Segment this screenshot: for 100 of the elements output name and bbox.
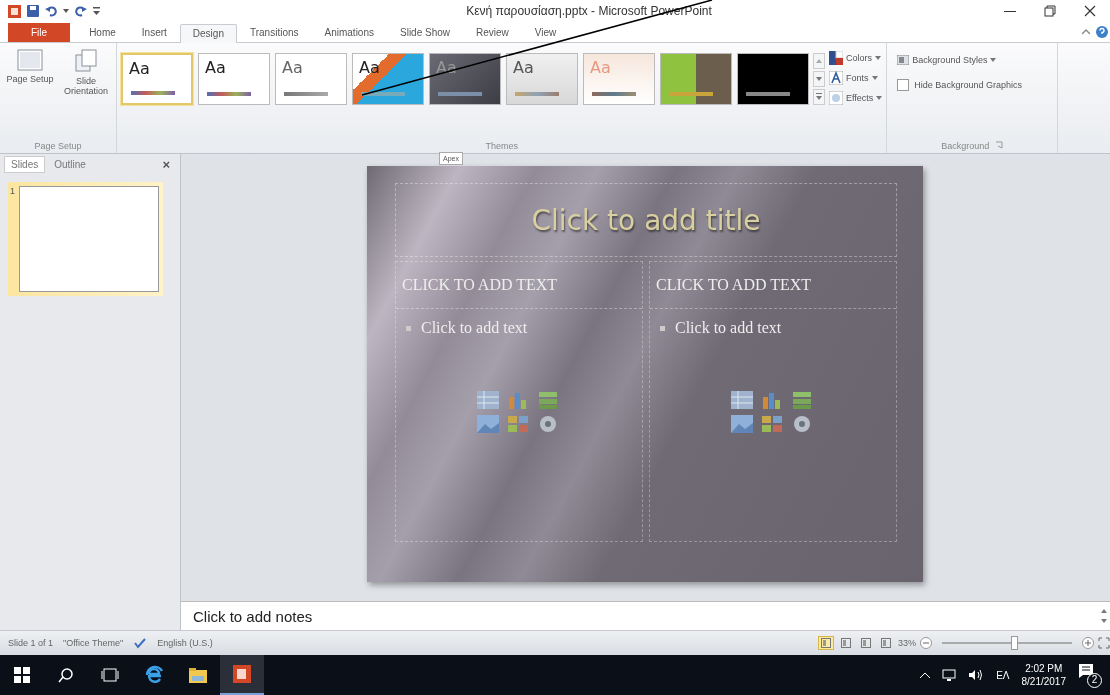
windows-logo-icon — [14, 667, 30, 683]
theme-thumbnail[interactable]: Aa — [121, 53, 193, 105]
menu-button[interactable]: Colors — [829, 51, 883, 65]
scroll-down-icon[interactable] — [813, 71, 825, 87]
theme-name: "Office Theme" — [63, 638, 124, 648]
theme-thumbnail[interactable] — [737, 53, 809, 105]
redo-icon[interactable] — [75, 5, 87, 17]
colors-icon — [829, 51, 843, 65]
powerpoint-icon — [233, 665, 251, 683]
slide-sorter-button[interactable] — [838, 636, 854, 650]
ribbon-tab[interactable]: Design — [179, 24, 237, 43]
ribbon-button[interactable]: Background Styles — [897, 55, 1048, 65]
ribbon-button[interactable]: Page Setup — [4, 47, 56, 86]
message-icon — [1078, 662, 1094, 679]
notification-count: 2 — [1087, 672, 1102, 688]
restore-icon[interactable] — [1044, 5, 1056, 17]
menu-button[interactable]: Fonts — [829, 71, 883, 85]
group-label: Page Setup — [33, 141, 83, 151]
fonts-icon — [829, 71, 843, 85]
task-view-icon — [101, 668, 119, 682]
media-icon[interactable] — [791, 415, 813, 433]
ribbon-tab[interactable]: Animations — [311, 23, 387, 42]
placeholder-heading: CLICK TO ADD TEXT — [396, 262, 642, 309]
ribbon-button[interactable]: Slide Orientation — [60, 47, 112, 98]
notifications-button[interactable]: 2 — [1078, 662, 1102, 688]
group-label: Themes — [484, 141, 519, 151]
pane-tab[interactable]: Outline — [47, 155, 93, 173]
caret-icon[interactable] — [63, 9, 69, 13]
more-icon[interactable] — [813, 89, 825, 105]
powerpoint-icon[interactable] — [8, 4, 21, 18]
ribbon-tab[interactable]: Transitions — [236, 23, 312, 42]
theme-thumbnail[interactable] — [660, 53, 732, 105]
theme-thumbnail[interactable]: Aa — [352, 53, 424, 105]
volume-icon[interactable] — [968, 669, 985, 681]
ribbon-tab[interactable]: View — [521, 23, 570, 42]
slide-orientation-icon — [74, 49, 98, 73]
powerpoint-taskbar-button[interactable] — [220, 655, 264, 695]
dialog-launcher-icon[interactable] — [995, 141, 1004, 149]
page-setup-icon — [17, 49, 43, 71]
content-placeholder[interactable]: CLICK TO ADD TEXT Click to add text — [649, 261, 897, 542]
checkbox-label: Hide Background Graphics — [914, 80, 1022, 90]
slide-thumbnail[interactable] — [19, 186, 159, 292]
search-icon — [58, 667, 74, 683]
group-label: Background — [941, 141, 990, 151]
reading-view-button[interactable] — [858, 636, 874, 650]
input-language[interactable]: ΕΛ — [996, 669, 1010, 681]
background-styles-icon — [897, 55, 910, 65]
network-icon[interactable] — [942, 669, 957, 681]
caret-icon — [990, 58, 997, 62]
media-icon[interactable] — [537, 415, 559, 433]
ribbon-tab[interactable]: Home — [76, 23, 129, 42]
ribbon-tab[interactable]: Insert — [128, 23, 180, 42]
clip-art-icon[interactable] — [761, 415, 783, 433]
chevron-up-icon[interactable] — [920, 672, 931, 678]
diagram-icon[interactable] — [537, 391, 559, 409]
undo-icon[interactable] — [45, 5, 57, 17]
bullet-icon — [660, 325, 665, 331]
collapse-ribbon-icon[interactable] — [1082, 29, 1090, 35]
clock[interactable]: 2:02 PM 8/21/2017 — [1021, 663, 1066, 687]
slide-thumbnail-row[interactable]: 1 — [8, 182, 163, 296]
help-icon[interactable] — [1096, 26, 1108, 38]
slide-show-button[interactable] — [878, 636, 894, 650]
spell-check-icon[interactable] — [133, 637, 148, 649]
ribbon-tab[interactable]: Review — [463, 23, 522, 42]
customize-icon[interactable] — [93, 7, 100, 15]
normal-view-button[interactable] — [818, 636, 834, 650]
slide-number: 1 — [10, 186, 15, 198]
zoom-in-icon[interactable] — [1082, 637, 1094, 649]
zoom-out-icon[interactable] — [920, 637, 932, 649]
clip-art-icon[interactable] — [507, 415, 529, 433]
chart-icon[interactable] — [761, 391, 783, 409]
language-status[interactable]: English (U.S.) — [157, 638, 213, 648]
placeholder-heading: CLICK TO ADD TEXT — [650, 262, 896, 309]
menu-button[interactable]: Effects — [829, 91, 883, 105]
close-pane-button[interactable]: × — [162, 156, 170, 172]
scroll-up-icon[interactable] — [813, 53, 825, 69]
bullet-icon — [406, 325, 411, 331]
caret-icon — [875, 56, 881, 60]
ribbon-tab[interactable]: File — [8, 23, 71, 42]
theme-thumbnail[interactable]: Aa — [198, 53, 270, 105]
effects-icon — [829, 91, 843, 105]
pane-tab[interactable]: Slides — [4, 155, 46, 173]
placeholder-text: Click to add text — [421, 319, 528, 337]
zoom-level[interactable]: 33% — [898, 638, 916, 648]
placeholder-text: Click to add text — [675, 319, 782, 337]
caret-icon — [871, 76, 878, 80]
checkbox[interactable] — [897, 79, 910, 91]
slide-title: Click to add title — [531, 203, 761, 237]
fit-to-window-icon[interactable] — [1098, 637, 1110, 649]
save-icon[interactable] — [27, 5, 39, 17]
theme-thumbnail[interactable]: Aa — [275, 53, 347, 105]
slide-count: Slide 1 of 1 — [8, 638, 54, 648]
zoom-thumb[interactable] — [1010, 636, 1018, 650]
folder-icon — [189, 667, 207, 683]
browser-icon — [144, 665, 164, 685]
diagram-icon[interactable] — [791, 391, 813, 409]
close-icon[interactable] — [1084, 5, 1096, 17]
ribbon-tab[interactable]: Slide Show — [387, 23, 463, 42]
theme-thumbnail[interactable]: Aa — [506, 53, 578, 105]
caret-icon — [876, 96, 883, 100]
